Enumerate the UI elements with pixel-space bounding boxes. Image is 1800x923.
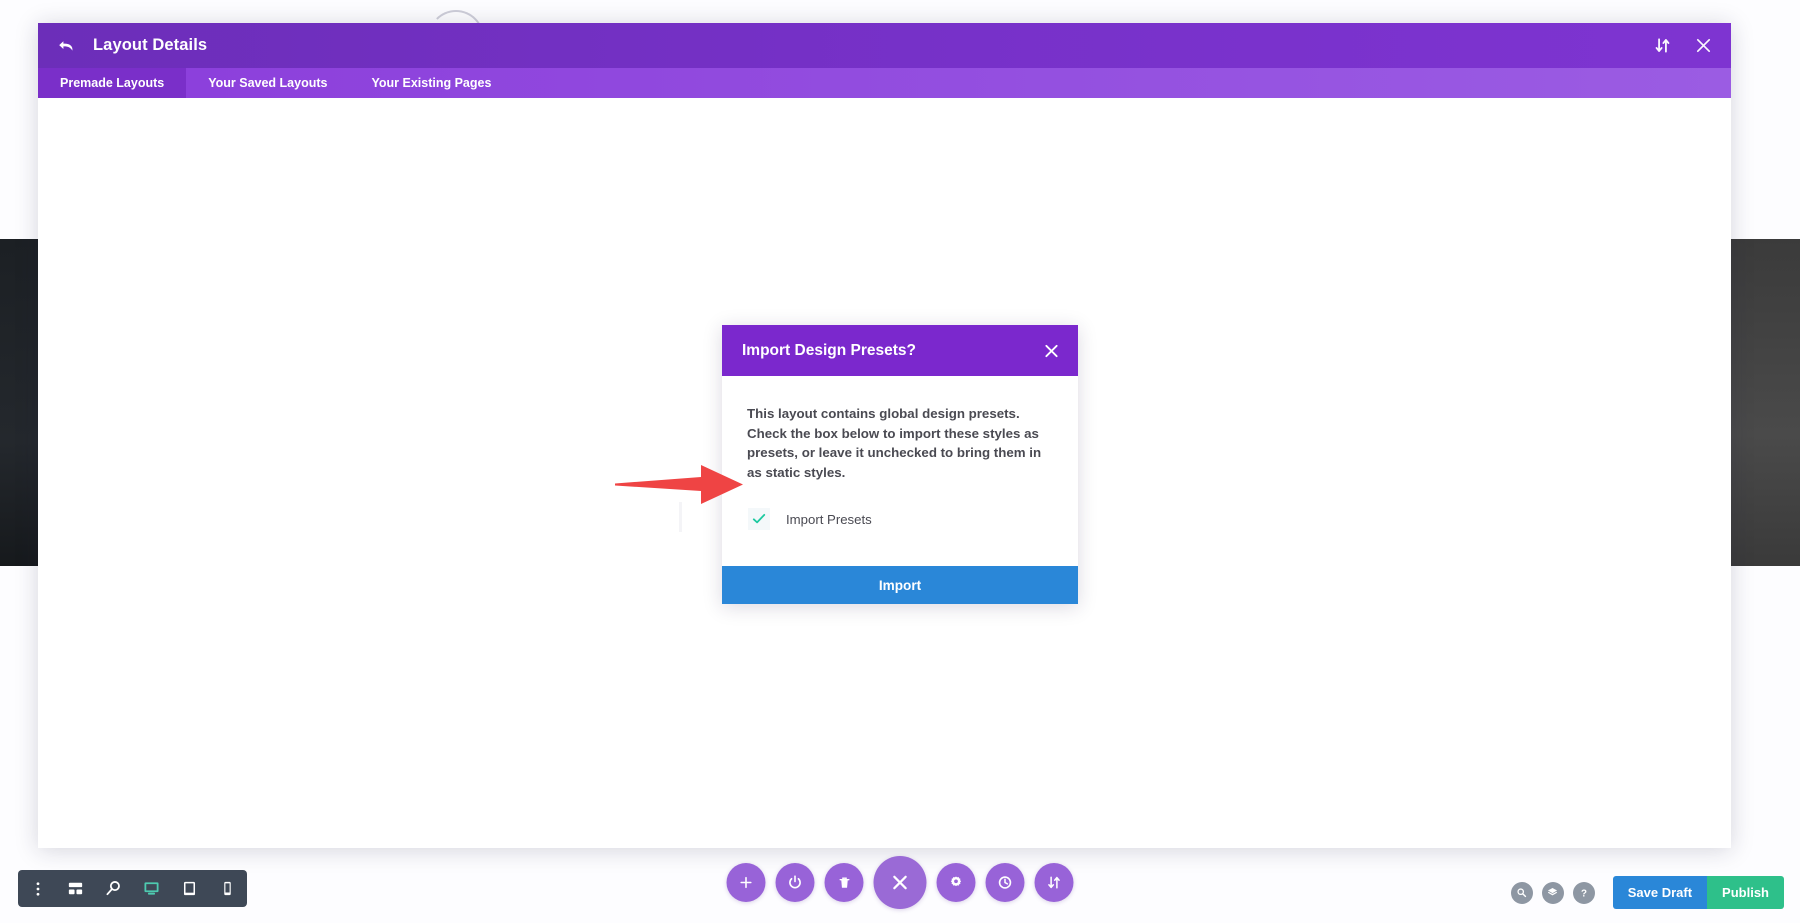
phone-icon[interactable] (217, 878, 238, 899)
tab-label: Premade Layouts (60, 76, 165, 90)
import-presets-label: Import Presets (786, 511, 872, 527)
more-options-icon[interactable] (27, 878, 48, 899)
close-icon[interactable] (1043, 342, 1060, 359)
import-button[interactable]: Import (722, 566, 1078, 605)
tab-your-saved-layouts[interactable]: Your Saved Layouts (186, 68, 349, 98)
modal-description: This layout contains global design prese… (747, 406, 1042, 480)
panel-tabs: Premade Layouts Your Saved Layouts Your … (38, 68, 1731, 98)
gear-icon[interactable] (936, 863, 976, 902)
import-presets-row: Import Presets (748, 508, 1053, 531)
tab-premade-layouts[interactable]: Premade Layouts (38, 68, 187, 98)
builder-toolbar (726, 856, 1074, 909)
trash-icon[interactable] (824, 863, 864, 902)
history-icon[interactable] (985, 863, 1025, 902)
save-group: Save Draft Publish (1612, 876, 1784, 909)
svg-text:?: ? (1581, 888, 1587, 899)
help-icon[interactable]: ? (1572, 881, 1595, 904)
page-background-right (1731, 239, 1800, 566)
import-design-presets-modal: Import Design Presets? This layout conta… (722, 325, 1078, 605)
desktop-icon[interactable] (141, 878, 162, 899)
modal-title: Import Design Presets? (742, 341, 916, 359)
tab-your-existing-pages[interactable]: Your Existing Pages (349, 68, 513, 98)
layers-icon[interactable] (1541, 881, 1564, 904)
wireframe-icon[interactable] (65, 878, 86, 899)
tablet-icon[interactable] (179, 878, 200, 899)
panel-header: Layout Details (38, 23, 1731, 68)
publish-button[interactable]: Publish (1707, 876, 1784, 909)
panel-header-actions (1653, 23, 1713, 68)
close-icon[interactable] (873, 856, 927, 909)
modal-footer: Import (722, 566, 1078, 605)
close-icon[interactable] (1694, 36, 1713, 55)
import-presets-checkbox[interactable] (748, 508, 770, 531)
zoom-out-icon[interactable] (1510, 881, 1533, 904)
app-root: Layout Details Premade Layouts Your Save… (0, 0, 1800, 923)
power-icon[interactable] (775, 863, 815, 902)
add-icon[interactable] (726, 863, 766, 902)
modal-body: This layout contains global design prese… (722, 376, 1078, 531)
modal-header: Import Design Presets? (722, 325, 1078, 376)
sort-toggle-icon[interactable] (1653, 36, 1672, 55)
page-title: Layout Details (93, 36, 208, 54)
back-arrow-icon[interactable] (56, 36, 76, 56)
sort-toggle-icon[interactable] (1034, 863, 1074, 902)
publish-toolbar: ? Save Draft Publish (1510, 876, 1784, 909)
save-draft-button[interactable]: Save Draft (1612, 876, 1708, 909)
zoom-out-icon[interactable] (103, 878, 124, 899)
tab-label: Your Existing Pages (371, 76, 492, 90)
view-mode-toolbar (18, 870, 247, 907)
page-background-left (0, 239, 38, 566)
annotation-arrow-icon (615, 465, 743, 504)
tab-label: Your Saved Layouts (208, 76, 328, 90)
